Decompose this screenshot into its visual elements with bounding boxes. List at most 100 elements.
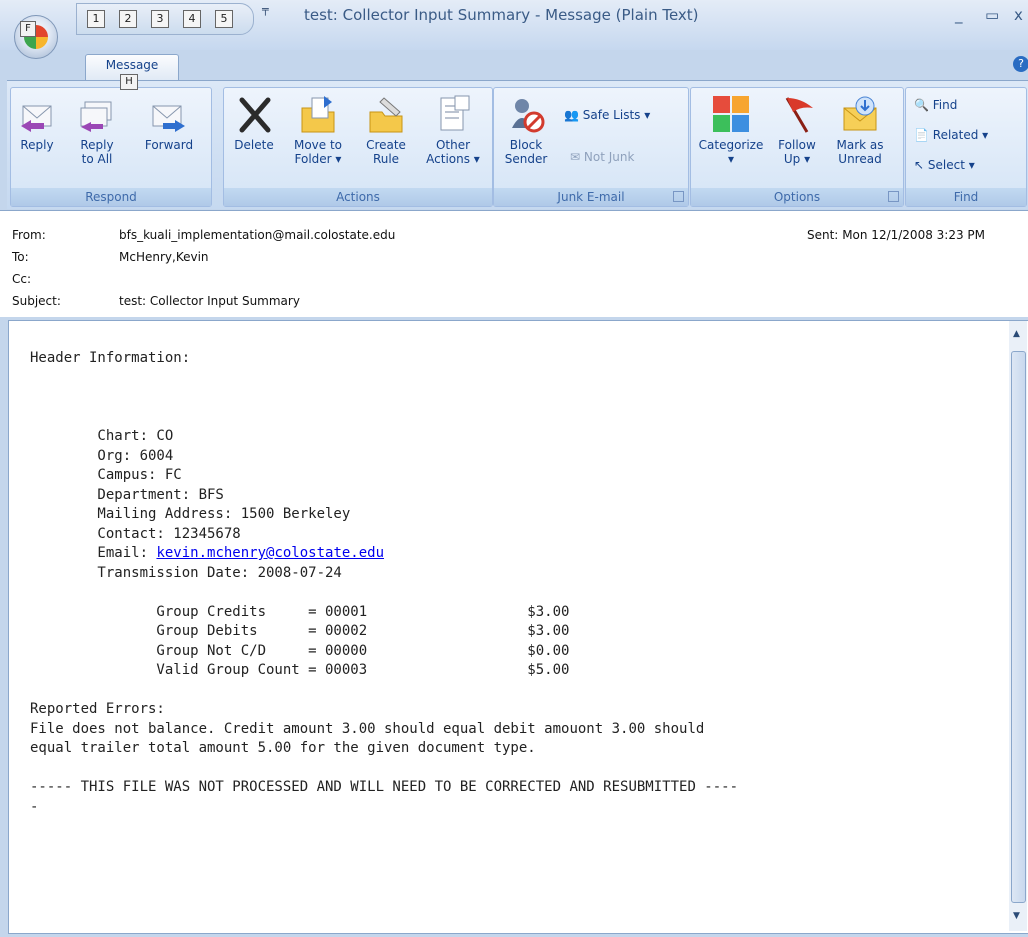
vertical-scrollbar[interactable]: ▲ ▼ bbox=[1009, 321, 1027, 931]
body-contact: Contact: 12345678 bbox=[30, 525, 241, 542]
qat-key-1[interactable]: 1 bbox=[87, 10, 105, 28]
not-junk-button[interactable]: ✉ Not Junk bbox=[570, 150, 634, 164]
delete-label: Delete bbox=[234, 138, 274, 152]
find-button[interactable]: 🔍 Find bbox=[914, 98, 957, 112]
find-label: Find bbox=[932, 98, 958, 112]
group-respond: Reply Reply to All Forward Respond bbox=[10, 87, 212, 207]
group-options: Categorize ▾ Follow Up ▾ Mark as Unread … bbox=[690, 87, 904, 207]
sent-label: Sent: bbox=[807, 228, 839, 242]
quick-access-toolbar: 1 2 3 4 5 bbox=[76, 3, 254, 35]
subject-label: Subject: bbox=[12, 294, 61, 308]
group-junk-label: Junk E-mail bbox=[494, 188, 688, 206]
follow-up-flag-icon bbox=[777, 94, 817, 134]
delete-icon bbox=[234, 94, 274, 134]
qat-key-4[interactable]: 4 bbox=[183, 10, 201, 28]
select-label: Select ▾ bbox=[927, 158, 975, 172]
qat-key-5[interactable]: 5 bbox=[215, 10, 233, 28]
related-label: Related ▾ bbox=[932, 128, 989, 142]
junk-dialog-launcher-icon[interactable] bbox=[673, 191, 684, 202]
email-link[interactable]: kevin.mchenry@colostate.edu bbox=[156, 545, 384, 561]
ribbon: Reply Reply to All Forward Respond Delet… bbox=[7, 80, 1028, 209]
mark-as-unread-icon bbox=[840, 94, 880, 134]
body-email-line: Email: kevin.mchenry@colostate.edu bbox=[30, 544, 1005, 564]
body-chart: Chart: CO bbox=[30, 428, 174, 444]
block-sender-button[interactable]: Block Sender bbox=[500, 92, 552, 180]
forward-icon bbox=[149, 94, 189, 134]
scroll-up-icon[interactable]: ▲ bbox=[1013, 329, 1020, 339]
create-rule-label-1: Create bbox=[366, 138, 406, 152]
mark-as-unread-label-1: Mark as bbox=[836, 138, 884, 152]
sent-value: Mon 12/1/2008 3:23 PM bbox=[842, 228, 985, 242]
select-button[interactable]: ↖ Select ▾ bbox=[914, 158, 975, 172]
follow-up-button[interactable]: Follow Up ▾ bbox=[773, 92, 821, 180]
find-binoculars-icon: 🔍 bbox=[914, 98, 929, 112]
minimize-button[interactable]: _ bbox=[955, 6, 963, 24]
block-sender-label-2: Sender bbox=[504, 152, 548, 166]
other-actions-label-1: Other bbox=[435, 138, 471, 152]
tab-message-label: Message bbox=[105, 58, 159, 72]
group-find-label: Find bbox=[906, 188, 1026, 206]
body-group-credits: Group Credits = 00001 $3.00 bbox=[30, 603, 570, 620]
forward-button[interactable]: Forward bbox=[139, 92, 199, 180]
body-error-line-2: equal trailer total amount 5.00 for the … bbox=[30, 740, 536, 756]
move-to-folder-label-2: Folder ▾ bbox=[294, 152, 342, 166]
group-options-label: Options bbox=[691, 188, 903, 206]
reply-button[interactable]: Reply bbox=[15, 92, 59, 180]
body-final-line-2: - bbox=[30, 798, 39, 815]
other-actions-icon bbox=[433, 94, 473, 134]
scroll-down-icon[interactable]: ▼ bbox=[1013, 911, 1020, 921]
create-rule-icon bbox=[366, 94, 406, 134]
move-to-folder-icon bbox=[298, 94, 338, 134]
scroll-thumb[interactable] bbox=[1011, 351, 1026, 903]
tab-message-key: H bbox=[120, 74, 138, 90]
categorize-icon bbox=[711, 94, 751, 134]
body-mailing-address: Mailing Address: 1500 Berkeley bbox=[30, 506, 351, 522]
mark-as-unread-label-2: Unread bbox=[838, 152, 882, 166]
categorize-label-1: Categorize bbox=[698, 138, 764, 152]
close-button[interactable]: x bbox=[1014, 6, 1023, 24]
group-actions-label: Actions bbox=[224, 188, 492, 206]
from-label: From: bbox=[12, 228, 46, 242]
safe-lists-label: Safe Lists ▾ bbox=[582, 108, 651, 122]
from-value[interactable]: bfs_kuali_implementation@mail.colostate.… bbox=[119, 228, 395, 242]
follow-up-label-2: Up ▾ bbox=[783, 152, 811, 166]
block-sender-label-1: Block bbox=[509, 138, 543, 152]
maximize-button[interactable]: ▭ bbox=[985, 6, 999, 24]
reply-all-button[interactable]: Reply to All bbox=[71, 92, 123, 180]
mark-as-unread-button[interactable]: Mark as Unread bbox=[829, 92, 891, 180]
follow-up-label-1: Follow bbox=[778, 138, 816, 152]
office-button[interactable]: F bbox=[14, 15, 58, 59]
categorize-button[interactable]: Categorize ▾ bbox=[695, 92, 767, 180]
to-label: To: bbox=[12, 250, 29, 264]
qat-customize-icon[interactable]: ╤ bbox=[262, 3, 269, 16]
group-actions: Delete Move to Folder ▾ Create Rule Othe… bbox=[223, 87, 493, 207]
body-email-prefix: Email: bbox=[30, 545, 157, 561]
safe-lists-button[interactable]: 👥 Safe Lists ▾ bbox=[564, 108, 650, 122]
reply-all-icon bbox=[77, 94, 117, 134]
help-icon[interactable]: ? bbox=[1013, 56, 1028, 72]
body-org: Org: 6004 bbox=[30, 447, 174, 464]
qat-key-3[interactable]: 3 bbox=[151, 10, 169, 28]
related-button[interactable]: 📄 Related ▾ bbox=[914, 128, 988, 142]
body-header-info: Header Information: bbox=[30, 350, 191, 366]
qat-key-2[interactable]: 2 bbox=[119, 10, 137, 28]
to-value[interactable]: McHenry,Kevin bbox=[119, 250, 209, 264]
move-to-folder-button[interactable]: Move to Folder ▾ bbox=[286, 92, 350, 180]
body-transmission-date: Transmission Date: 2008-07-24 bbox=[30, 564, 342, 581]
delete-button[interactable]: Delete bbox=[230, 92, 278, 180]
options-dialog-launcher-icon[interactable] bbox=[888, 191, 899, 202]
not-junk-label: Not Junk bbox=[583, 150, 635, 164]
categorize-label-2: ▾ bbox=[727, 152, 735, 166]
sent-row: Sent: Mon 12/1/2008 3:23 PM bbox=[807, 228, 985, 242]
message-body: Header Information: Chart: CO Org: 6004 … bbox=[30, 349, 1005, 817]
create-rule-button[interactable]: Create Rule bbox=[358, 92, 414, 180]
block-sender-icon bbox=[506, 94, 546, 134]
body-department: Department: BFS bbox=[30, 486, 224, 503]
other-actions-button[interactable]: Other Actions ▾ bbox=[422, 92, 484, 180]
reply-all-label-2: to All bbox=[81, 152, 113, 166]
body-valid-group-count: Valid Group Count = 00003 $5.00 bbox=[30, 662, 570, 678]
office-key: F bbox=[20, 21, 36, 37]
body-campus: Campus: FC bbox=[30, 467, 182, 483]
body-reported-errors: Reported Errors: bbox=[30, 701, 165, 717]
other-actions-label-2: Actions ▾ bbox=[426, 152, 480, 166]
